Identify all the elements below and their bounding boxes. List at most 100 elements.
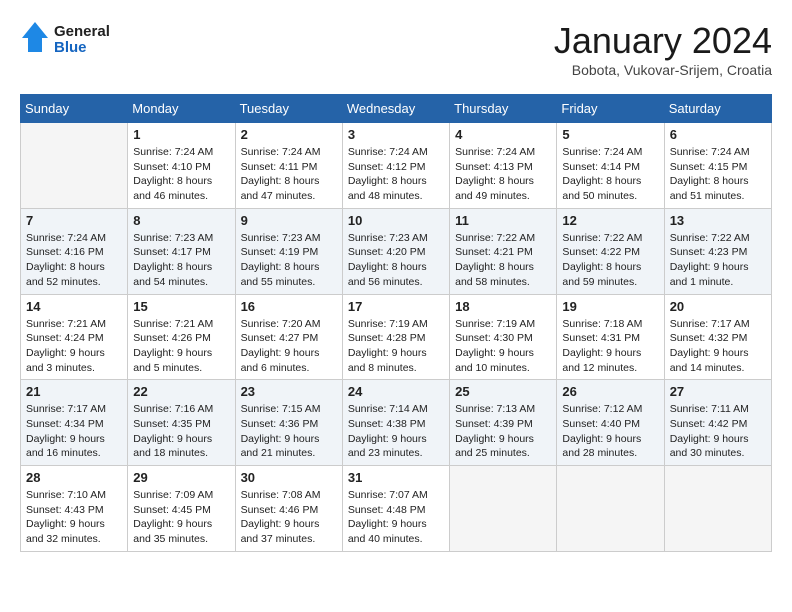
location-label: Bobota, Vukovar-Srijem, Croatia	[554, 62, 772, 78]
calendar-cell: 6 Sunrise: 7:24 AMSunset: 4:15 PMDaylight…	[664, 123, 771, 209]
day-number: 13	[670, 213, 766, 228]
day-detail: Sunrise: 7:24 AMSunset: 4:11 PMDaylight:…	[241, 145, 337, 204]
day-detail: Sunrise: 7:09 AMSunset: 4:45 PMDaylight:…	[133, 488, 229, 547]
weekday-header-friday: Friday	[557, 95, 664, 123]
weekday-header-thursday: Thursday	[450, 95, 557, 123]
day-number: 30	[241, 470, 337, 485]
day-number: 21	[26, 384, 122, 399]
page-header: General Blue January 2024 Bobota, Vukova…	[20, 20, 772, 78]
calendar-cell: 31 Sunrise: 7:07 AMSunset: 4:48 PMDayligh…	[342, 466, 449, 552]
day-detail: Sunrise: 7:24 AMSunset: 4:10 PMDaylight:…	[133, 145, 229, 204]
day-detail: Sunrise: 7:07 AMSunset: 4:48 PMDaylight:…	[348, 488, 444, 547]
day-number: 12	[562, 213, 658, 228]
logo-text-blue: Blue	[54, 40, 110, 57]
day-number: 17	[348, 299, 444, 314]
day-detail: Sunrise: 7:16 AMSunset: 4:35 PMDaylight:…	[133, 402, 229, 461]
day-number: 6	[670, 127, 766, 142]
day-number: 27	[670, 384, 766, 399]
day-detail: Sunrise: 7:19 AMSunset: 4:30 PMDaylight:…	[455, 317, 551, 376]
calendar-cell: 15Sunrise: 7:21 AMSunset: 4:26 PMDayligh…	[128, 294, 235, 380]
logo-container: General Blue	[20, 20, 110, 60]
day-number: 22	[133, 384, 229, 399]
logo-bird-icon	[20, 20, 50, 60]
calendar-table: SundayMondayTuesdayWednesdayThursdayFrid…	[20, 94, 772, 552]
weekday-header-row: SundayMondayTuesdayWednesdayThursdayFrid…	[21, 95, 772, 123]
day-detail: Sunrise: 7:17 AMSunset: 4:34 PMDaylight:…	[26, 402, 122, 461]
day-detail: Sunrise: 7:08 AMSunset: 4:46 PMDaylight:…	[241, 488, 337, 547]
weekday-header-monday: Monday	[128, 95, 235, 123]
day-detail: Sunrise: 7:24 AMSunset: 4:13 PMDaylight:…	[455, 145, 551, 204]
calendar-cell: 12 Sunrise: 7:22 AMSunset: 4:22 PMDayligh…	[557, 208, 664, 294]
day-number: 26	[562, 384, 658, 399]
day-number: 20	[670, 299, 766, 314]
calendar-cell: 28 Sunrise: 7:10 AMSunset: 4:43 PMDayligh…	[21, 466, 128, 552]
day-number: 9	[241, 213, 337, 228]
day-detail: Sunrise: 7:14 AMSunset: 4:38 PMDaylight:…	[348, 402, 444, 461]
day-detail: Sunrise: 7:24 AMSunset: 4:16 PMDaylight:…	[26, 231, 122, 290]
day-number: 31	[348, 470, 444, 485]
day-detail: Sunrise: 7:12 AMSunset: 4:40 PMDaylight:…	[562, 402, 658, 461]
day-detail: Sunrise: 7:11 AMSunset: 4:42 PMDaylight:…	[670, 402, 766, 461]
day-number: 2	[241, 127, 337, 142]
calendar-cell: 17 Sunrise: 7:19 AMSunset: 4:28 PMDayligh…	[342, 294, 449, 380]
day-number: 28	[26, 470, 122, 485]
logo-text-general: General	[54, 24, 110, 41]
calendar-cell: 4Sunrise: 7:24 AMSunset: 4:13 PMDaylight…	[450, 123, 557, 209]
calendar-cell: 21 Sunrise: 7:17 AMSunset: 4:34 PMDayligh…	[21, 380, 128, 466]
day-detail: Sunrise: 7:10 AMSunset: 4:43 PMDaylight:…	[26, 488, 122, 547]
calendar-cell: 25Sunrise: 7:13 AMSunset: 4:39 PMDayligh…	[450, 380, 557, 466]
weekday-header-saturday: Saturday	[664, 95, 771, 123]
calendar-cell: 11Sunrise: 7:22 AMSunset: 4:21 PMDayligh…	[450, 208, 557, 294]
day-detail: Sunrise: 7:23 AMSunset: 4:17 PMDaylight:…	[133, 231, 229, 290]
day-detail: Sunrise: 7:18 AMSunset: 4:31 PMDaylight:…	[562, 317, 658, 376]
month-title: January 2024	[554, 20, 772, 62]
day-detail: Sunrise: 7:22 AMSunset: 4:21 PMDaylight:…	[455, 231, 551, 290]
calendar-week-row-1: 1 Sunrise: 7:24 AMSunset: 4:10 PMDaylight…	[21, 123, 772, 209]
calendar-title-block: January 2024 Bobota, Vukovar-Srijem, Cro…	[554, 20, 772, 78]
calendar-cell: 19 Sunrise: 7:18 AMSunset: 4:31 PMDayligh…	[557, 294, 664, 380]
day-detail: Sunrise: 7:17 AMSunset: 4:32 PMDaylight:…	[670, 317, 766, 376]
calendar-cell: 14 Sunrise: 7:21 AMSunset: 4:24 PMDayligh…	[21, 294, 128, 380]
calendar-cell: 27 Sunrise: 7:11 AMSunset: 4:42 PMDayligh…	[664, 380, 771, 466]
day-detail: Sunrise: 7:23 AMSunset: 4:19 PMDaylight:…	[241, 231, 337, 290]
day-number: 14	[26, 299, 122, 314]
day-detail: Sunrise: 7:24 AMSunset: 4:12 PMDaylight:…	[348, 145, 444, 204]
day-number: 23	[241, 384, 337, 399]
day-number: 5	[562, 127, 658, 142]
day-number: 1	[133, 127, 229, 142]
day-detail: Sunrise: 7:24 AMSunset: 4:14 PMDaylight:…	[562, 145, 658, 204]
calendar-week-row-5: 28 Sunrise: 7:10 AMSunset: 4:43 PMDayligh…	[21, 466, 772, 552]
day-detail: Sunrise: 7:19 AMSunset: 4:28 PMDaylight:…	[348, 317, 444, 376]
calendar-cell: 26 Sunrise: 7:12 AMSunset: 4:40 PMDayligh…	[557, 380, 664, 466]
day-number: 18	[455, 299, 551, 314]
calendar-cell: 10Sunrise: 7:23 AMSunset: 4:20 PMDayligh…	[342, 208, 449, 294]
calendar-cell: 29 Sunrise: 7:09 AMSunset: 4:45 PMDayligh…	[128, 466, 235, 552]
calendar-week-row-4: 21 Sunrise: 7:17 AMSunset: 4:34 PMDayligh…	[21, 380, 772, 466]
day-number: 19	[562, 299, 658, 314]
day-detail: Sunrise: 7:22 AMSunset: 4:22 PMDaylight:…	[562, 231, 658, 290]
weekday-header-wednesday: Wednesday	[342, 95, 449, 123]
day-detail: Sunrise: 7:13 AMSunset: 4:39 PMDaylight:…	[455, 402, 551, 461]
calendar-cell: 22 Sunrise: 7:16 AMSunset: 4:35 PMDayligh…	[128, 380, 235, 466]
weekday-header-tuesday: Tuesday	[235, 95, 342, 123]
day-detail: Sunrise: 7:15 AMSunset: 4:36 PMDaylight:…	[241, 402, 337, 461]
calendar-cell: 23 Sunrise: 7:15 AMSunset: 4:36 PMDayligh…	[235, 380, 342, 466]
calendar-cell: 16Sunrise: 7:20 AMSunset: 4:27 PMDayligh…	[235, 294, 342, 380]
calendar-cell: 9 Sunrise: 7:23 AMSunset: 4:19 PMDaylight…	[235, 208, 342, 294]
calendar-cell: 3Sunrise: 7:24 AMSunset: 4:12 PMDaylight…	[342, 123, 449, 209]
calendar-week-row-2: 7Sunrise: 7:24 AMSunset: 4:16 PMDaylight…	[21, 208, 772, 294]
day-detail: Sunrise: 7:24 AMSunset: 4:15 PMDaylight:…	[670, 145, 766, 204]
day-detail: Sunrise: 7:21 AMSunset: 4:24 PMDaylight:…	[26, 317, 122, 376]
day-number: 8	[133, 213, 229, 228]
calendar-cell: 20 Sunrise: 7:17 AMSunset: 4:32 PMDayligh…	[664, 294, 771, 380]
calendar-cell: 8 Sunrise: 7:23 AMSunset: 4:17 PMDaylight…	[128, 208, 235, 294]
calendar-week-row-3: 14 Sunrise: 7:21 AMSunset: 4:24 PMDayligh…	[21, 294, 772, 380]
calendar-cell	[450, 466, 557, 552]
day-number: 24	[348, 384, 444, 399]
day-number: 29	[133, 470, 229, 485]
day-number: 15	[133, 299, 229, 314]
day-detail: Sunrise: 7:23 AMSunset: 4:20 PMDaylight:…	[348, 231, 444, 290]
calendar-cell: 18 Sunrise: 7:19 AMSunset: 4:30 PMDayligh…	[450, 294, 557, 380]
calendar-cell	[557, 466, 664, 552]
calendar-cell: 5 Sunrise: 7:24 AMSunset: 4:14 PMDaylight…	[557, 123, 664, 209]
